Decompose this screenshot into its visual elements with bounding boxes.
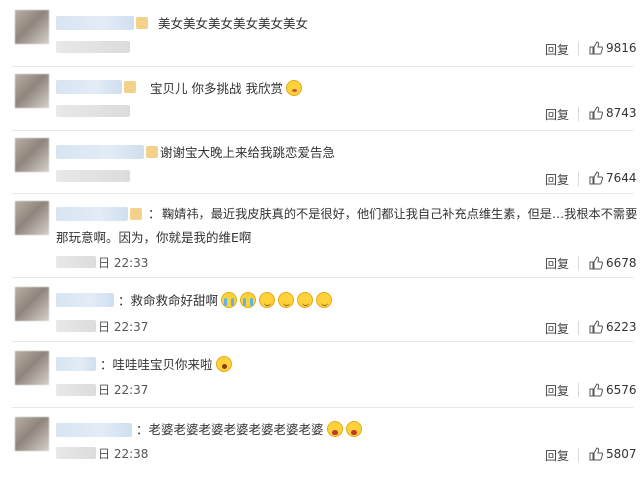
avatar[interactable] <box>15 138 49 172</box>
thumbs-up-icon[interactable] <box>589 171 603 185</box>
reply-button[interactable]: 回复 <box>545 171 569 188</box>
thumbs-up-icon[interactable] <box>589 383 603 397</box>
comment-separator: ： <box>148 206 161 221</box>
smile-emoji-icon <box>297 292 314 308</box>
avatar[interactable] <box>15 74 49 108</box>
reply-button[interactable]: 回复 <box>545 447 569 464</box>
verified-badge-icon <box>136 17 148 29</box>
like-count: 7644 <box>606 171 637 185</box>
action-divider <box>578 107 579 121</box>
comment-text: ：老婆老婆老婆老婆老婆老婆老婆 <box>136 421 362 438</box>
timestamp-redacted <box>56 105 130 117</box>
like-count: 9816 <box>606 41 637 55</box>
action-divider <box>578 383 579 397</box>
action-divider <box>578 448 579 462</box>
avatar[interactable] <box>15 417 49 451</box>
crying-emoji-icon <box>240 292 257 308</box>
reply-button[interactable]: 回复 <box>545 41 569 58</box>
comment-item: 美女美女美女美女美女美女 回复 9816 <box>0 0 640 66</box>
username-redacted[interactable] <box>56 423 132 437</box>
like-count: 5807 <box>606 447 637 461</box>
comment-item: 宝贝儿 你多挑战 我欣赏 回复 8743 <box>0 66 640 132</box>
scared-emoji-icon <box>326 421 343 437</box>
timestamp-redacted <box>56 447 96 459</box>
action-divider <box>578 172 579 186</box>
timestamp-redacted <box>56 256 96 268</box>
thumbs-up-icon[interactable] <box>589 106 603 120</box>
comment-item: ：哇哇哇宝贝你来啦 日 22:37 回复 6576 <box>0 341 640 407</box>
comment-text: 美女美女美女美女美女美女 <box>158 16 309 31</box>
surprised-emoji-icon <box>215 356 232 372</box>
comment-item: 谢谢宝大晚上来给我跳恋爱告急 回复 7644 <box>0 130 640 193</box>
action-divider <box>578 321 579 335</box>
action-divider <box>578 256 579 270</box>
smile-emoji-icon <box>259 292 276 308</box>
reply-button[interactable]: 回复 <box>545 106 569 123</box>
scared-emoji-icon <box>345 421 362 437</box>
thumbs-up-icon[interactable] <box>589 447 603 461</box>
comment-text: ：哇哇哇宝贝你来啦 <box>100 356 232 373</box>
verified-badge-icon <box>124 81 136 93</box>
comment-text: ：救命救命好甜啊 <box>118 292 333 309</box>
verified-badge-icon <box>146 146 158 158</box>
timestamp-redacted <box>56 384 96 396</box>
like-count: 8743 <box>606 106 637 120</box>
verified-badge-icon <box>130 208 142 220</box>
thumbs-up-icon[interactable] <box>589 41 603 55</box>
username-redacted[interactable] <box>56 145 158 159</box>
like-count: 6223 <box>606 320 637 334</box>
username-redacted[interactable] <box>56 207 142 221</box>
like-count: 6576 <box>606 383 637 397</box>
comment-item: ：老婆老婆老婆老婆老婆老婆老婆 日 22:38 回复 5807 <box>0 407 640 480</box>
timestamp: 日 22:33 <box>98 256 149 270</box>
comment-text-line: 那玩意啊。因为，你就是我的维E啊 <box>56 230 252 245</box>
timestamp: 日 22:38 <box>98 447 149 461</box>
comment-text-line: 鞠婧祎，最近我皮肤真的不是很好，他们都让我自己补充点维生素，但是…我根本不需要 <box>162 207 638 221</box>
smile-emoji-icon <box>316 292 333 308</box>
like-count: 6678 <box>606 256 637 270</box>
reply-button[interactable]: 回复 <box>545 320 569 337</box>
comment-item: ： 鞠婧祎，最近我皮肤真的不是很好，他们都让我自己补充点维生素，但是…我根本不需… <box>0 193 640 277</box>
smile-emoji-icon <box>278 292 295 308</box>
timestamp-redacted <box>56 320 96 332</box>
timestamp-redacted <box>56 170 130 182</box>
thumbs-up-icon[interactable] <box>589 256 603 270</box>
comment-text: 谢谢宝大晚上来给我跳恋爱告急 <box>160 145 336 160</box>
avatar[interactable] <box>15 10 49 44</box>
crying-emoji-icon <box>221 292 238 308</box>
kiss-emoji-icon <box>285 80 302 96</box>
username-redacted[interactable] <box>56 16 148 30</box>
username-redacted[interactable] <box>56 293 114 307</box>
timestamp: 日 22:37 <box>98 320 149 334</box>
timestamp: 日 22:37 <box>98 383 149 397</box>
username-redacted[interactable] <box>56 357 96 371</box>
avatar[interactable] <box>15 287 49 321</box>
comment-item: ：救命救命好甜啊 日 22:37 回复 6223 <box>0 277 640 341</box>
avatar[interactable] <box>15 351 49 385</box>
timestamp-redacted <box>56 41 130 53</box>
comment-text: 宝贝儿 你多挑战 我欣赏 <box>150 80 302 97</box>
action-divider <box>578 42 579 56</box>
reply-button[interactable]: 回复 <box>545 255 569 272</box>
username-redacted[interactable] <box>56 80 136 94</box>
thumbs-up-icon[interactable] <box>589 320 603 334</box>
reply-button[interactable]: 回复 <box>545 382 569 399</box>
avatar[interactable] <box>15 201 49 235</box>
